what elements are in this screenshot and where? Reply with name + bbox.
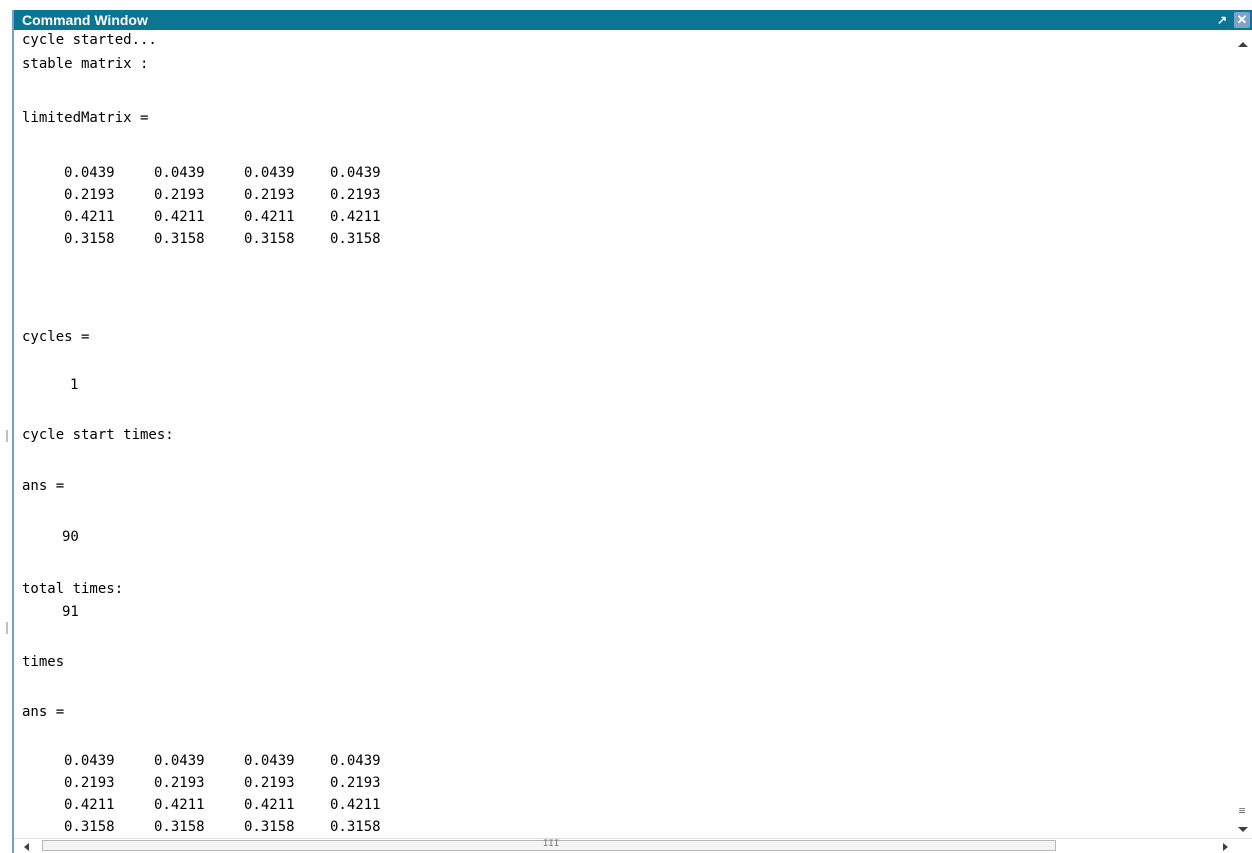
matrix-cell: 0.2193 [154, 187, 205, 203]
window-title: Command Window [22, 12, 148, 28]
output-line: ans = [22, 704, 65, 720]
output-line: stable matrix : [22, 56, 149, 72]
horizontal-scroll-thumb[interactable]: III [42, 839, 1056, 851]
command-output[interactable]: cycle started... stable matrix : limited… [14, 30, 1236, 838]
output-line: total times: [22, 581, 124, 597]
splitter-notch [6, 430, 8, 442]
scroll-down-icon[interactable] [1238, 827, 1248, 832]
matrix-cell: 0.0439 [154, 753, 205, 769]
matrix-cell: 0.2193 [154, 775, 205, 791]
matrix-cell: 0.2193 [64, 775, 115, 791]
thumb-grip-icon: III [543, 839, 560, 849]
left-panel-splitter[interactable] [0, 0, 11, 853]
matrix-cell: 0.4211 [154, 209, 205, 225]
output-value: 90 [62, 529, 79, 545]
matrix-cell: 0.4211 [330, 209, 381, 225]
output-line: cycle start times: [22, 427, 174, 443]
matrix-cell: 0.3158 [244, 231, 295, 247]
matrix-cell: 0.2193 [244, 775, 295, 791]
matrix-cell: 0.4211 [330, 797, 381, 813]
matrix-cell: 0.0439 [244, 165, 295, 181]
output-line: cycles = [22, 329, 90, 345]
matrix-cell: 0.4211 [244, 797, 295, 813]
matrix-cell: 0.0439 [244, 753, 295, 769]
matrix-cell: 0.2193 [330, 187, 381, 203]
matrix-cell: 0.3158 [330, 231, 381, 247]
command-window-titlebar: Command Window ↗ ✕ [14, 10, 1252, 30]
matrix-cell: 0.0439 [330, 753, 381, 769]
matrix-cell: 0.3158 [154, 231, 205, 247]
scroll-up-icon[interactable] [1238, 42, 1248, 47]
output-line: times [22, 654, 65, 670]
scroll-grip-icon[interactable]: ≡ [1236, 804, 1248, 818]
matrix-cell: 0.2193 [244, 187, 295, 203]
close-icon[interactable]: ✕ [1234, 12, 1250, 28]
matrix-cell: 0.0439 [330, 165, 381, 181]
matrix-cell: 0.0439 [154, 165, 205, 181]
matrix-cell: 0.2193 [64, 187, 115, 203]
undock-icon[interactable]: ↗ [1214, 12, 1230, 28]
command-window: Command Window ↗ ✕ cycle started... stab… [12, 10, 1252, 853]
horizontal-scrollbar[interactable]: III [14, 838, 1252, 853]
matrix-cell: 0.3158 [330, 819, 381, 835]
splitter-notch [6, 622, 8, 634]
scroll-left-icon[interactable] [24, 843, 29, 851]
output-line: ans = [22, 478, 65, 494]
output-line: cycle started... [22, 32, 157, 48]
matrix-cell: 0.0439 [64, 165, 115, 181]
matrix-cell: 0.3158 [64, 231, 115, 247]
output-value: 91 [62, 604, 79, 620]
matrix-cell: 0.4211 [154, 797, 205, 813]
matrix-cell: 0.4211 [64, 209, 115, 225]
output-line: limitedMatrix = [22, 110, 149, 126]
matrix-cell: 0.3158 [244, 819, 295, 835]
scroll-right-icon[interactable] [1223, 843, 1228, 851]
output-value: 1 [70, 377, 79, 393]
matrix-cell: 0.4211 [64, 797, 115, 813]
vertical-scrollbar[interactable]: ≡ [1234, 30, 1252, 838]
matrix-cell: 0.3158 [64, 819, 115, 835]
matrix-cell: 0.4211 [244, 209, 295, 225]
matrix-cell: 0.0439 [64, 753, 115, 769]
matrix-cell: 0.2193 [330, 775, 381, 791]
matrix-cell: 0.3158 [154, 819, 205, 835]
